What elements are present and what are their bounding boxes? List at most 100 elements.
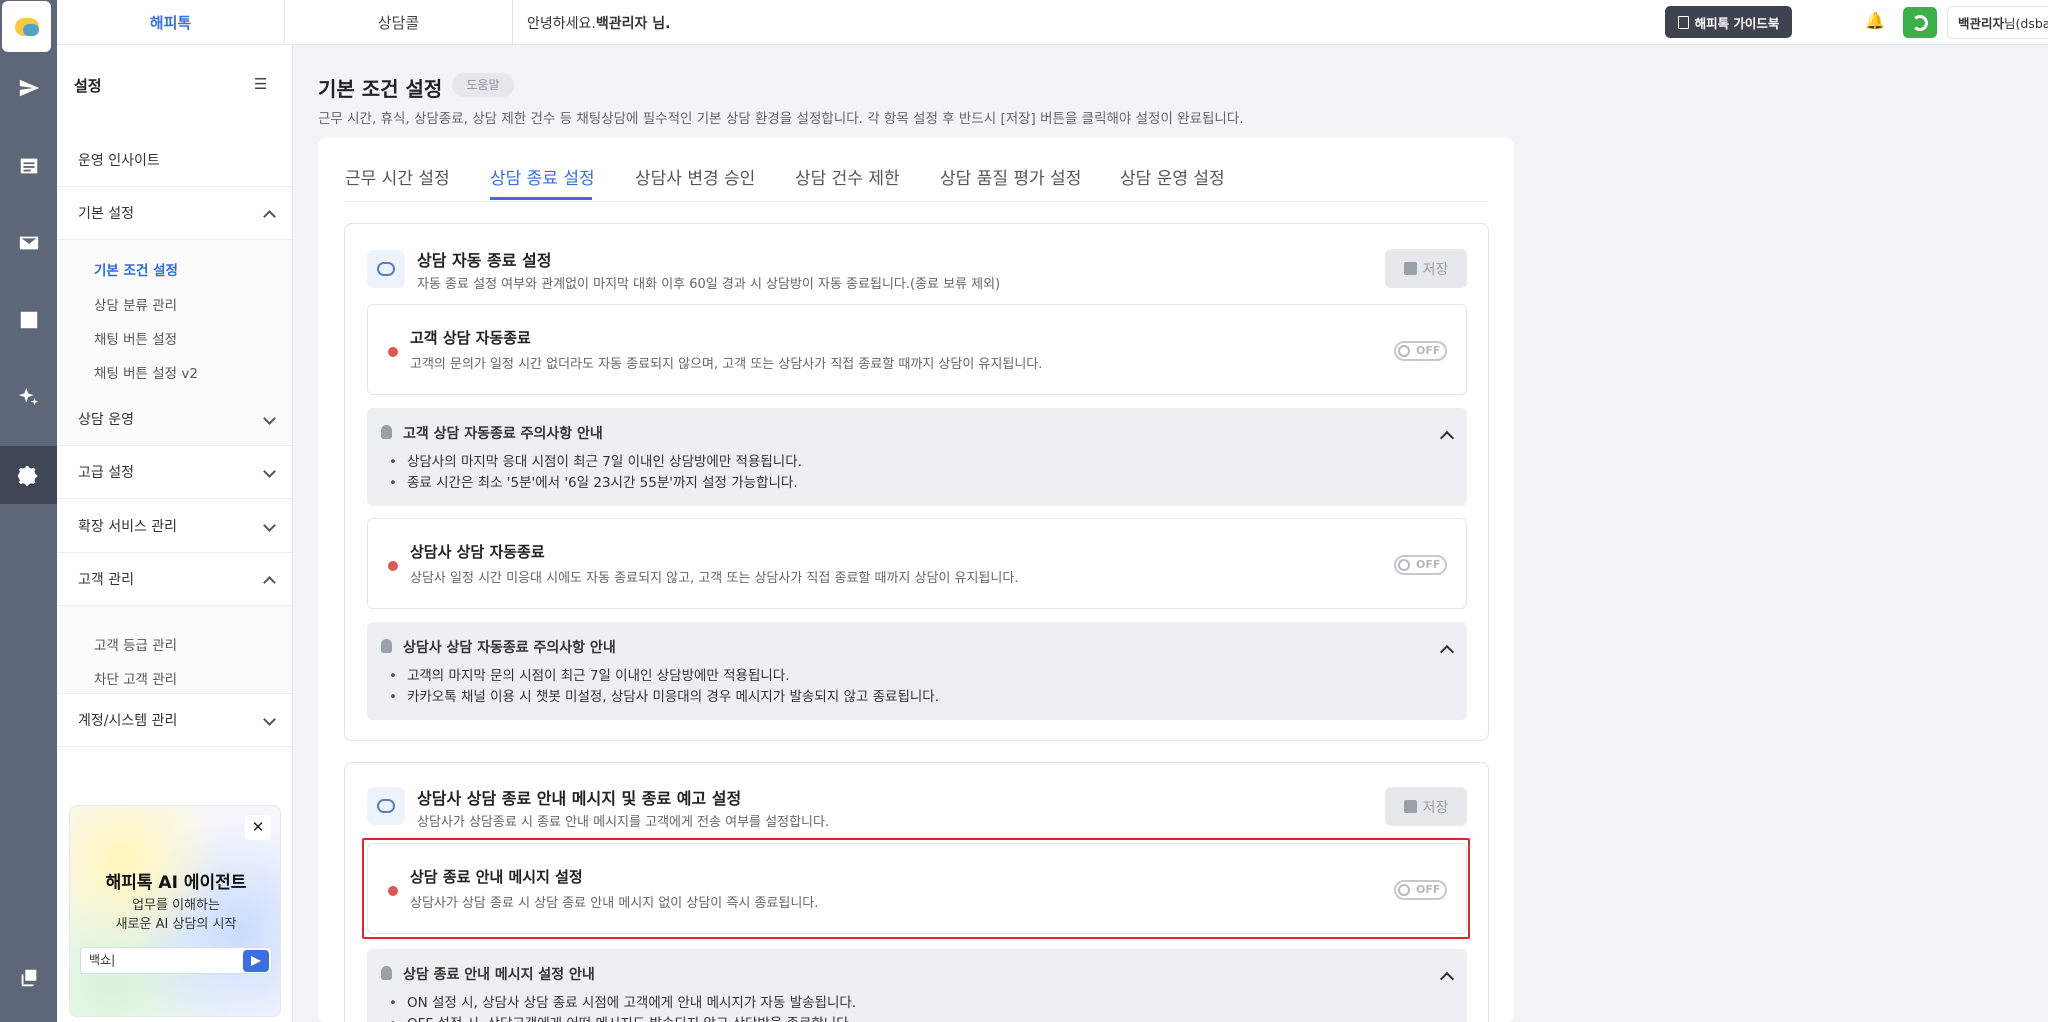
- tab-work-hours[interactable]: 근무 시간 설정: [345, 164, 450, 189]
- auto-end-section: 상담 자동 종료 설정 자동 종료 설정 여부와 관계없이 마지막 대화 이후 …: [344, 223, 1489, 741]
- mail-icon[interactable]: [0, 215, 57, 271]
- ai-card-line2: 새로운 AI 상담의 시작: [115, 917, 237, 932]
- notice-box: 고객 상담 자동종료 주의사항 안내 상담사의 마지막 응대 시점이 최근 7일…: [367, 408, 1467, 506]
- sidebar-item-operation[interactable]: 상담 운영: [57, 393, 292, 446]
- notice-box: 상담 종료 안내 메시지 설정 안내 ON 설정 시, 상담사 상담 종료 시점…: [367, 949, 1467, 1022]
- app-logo[interactable]: [2, 1, 51, 52]
- toggle-switch[interactable]: OFF: [1394, 341, 1447, 361]
- sidebar-item-basic[interactable]: 기본 설정: [57, 187, 292, 240]
- sidebar-item-insight[interactable]: 운영 인사이트: [57, 134, 292, 187]
- customer-auto-end-row: 고객 상담 자동종료 고객의 문의가 일정 시간 없더라도 자동 종료되지 않으…: [367, 304, 1467, 395]
- sidebar-sub-blocked[interactable]: 차단 고객 관리: [94, 668, 177, 688]
- notice-item: 카카오톡 채널 이용 시 챗봇 미설정, 상담사 미응대의 경우 메시지가 발송…: [389, 685, 939, 705]
- notice-box: 상담사 상담 자동종료 주의사항 안내 고객의 마지막 문의 시점이 최근 7일…: [367, 622, 1467, 720]
- sidebar-sub-grade[interactable]: 고객 등급 관리: [94, 634, 177, 654]
- list-icon[interactable]: [0, 138, 57, 194]
- notice-title: 고객 상담 자동종료 주의사항 안내: [403, 426, 603, 442]
- chevron-up-icon[interactable]: [1439, 971, 1455, 987]
- top-header: 해피톡 상담콜 안녕하세요.백관리자 님. 해피톡 가이드북 🔔 백관리자 님(d…: [57, 0, 2048, 45]
- send-icon[interactable]: [0, 60, 57, 116]
- notice-title: 상담 종료 안내 메시지 설정 안내: [403, 967, 595, 983]
- chevron-up-icon: [263, 576, 276, 589]
- chevron-down-icon: [263, 465, 276, 478]
- row-description: 고객의 문의가 일정 시간 없더라도 자동 종료되지 않으며, 고객 또는 상담…: [410, 357, 1043, 372]
- sidebar-sub-category[interactable]: 상담 분류 관리: [94, 294, 177, 314]
- headset-icon: [1912, 14, 1928, 31]
- collapse-menu-icon[interactable]: ☰: [254, 75, 267, 93]
- bell-icon[interactable]: 🔔: [1865, 11, 1885, 33]
- greeting: 안녕하세요.백관리자 님.: [527, 16, 671, 32]
- save-icon: [1403, 800, 1417, 813]
- toggle-knob: [1398, 559, 1410, 571]
- sidebar-sub-chat-button[interactable]: 채팅 버튼 설정: [94, 328, 177, 348]
- section-description: 상담사가 상담종료 시 종료 안내 메시지를 고객에게 전송 여부를 설정합니다…: [417, 815, 830, 830]
- bulb-icon: [381, 966, 392, 980]
- sidebar-item-extension[interactable]: 확장 서비스 관리: [57, 500, 292, 553]
- ai-card-line1: 업무를 이해하는: [132, 898, 220, 913]
- headset-button[interactable]: [1903, 7, 1937, 38]
- page-title: 기본 조건 설정: [318, 77, 443, 101]
- tabs-divider: [345, 201, 1488, 202]
- section-description: 자동 종료 설정 여부와 관계없이 마지막 대화 이후 60일 경과 시 상담방…: [417, 277, 1001, 292]
- chevron-down-icon: [263, 412, 276, 425]
- chevron-up-icon: [263, 210, 276, 223]
- tab-agent-change[interactable]: 상담사 변경 승인: [635, 164, 755, 189]
- sidebar-item-advanced[interactable]: 고급 설정: [57, 446, 292, 499]
- close-icon[interactable]: ✕: [245, 815, 271, 840]
- save-icon: [1403, 262, 1417, 275]
- page-description: 근무 시간, 휴식, 상담종료, 상담 제한 건수 등 채팅상담에 필수적인 기…: [318, 111, 1244, 127]
- highlight-box: [362, 838, 1470, 939]
- book-icon: [1677, 15, 1689, 29]
- bulb-icon: [381, 425, 392, 439]
- save-button[interactable]: 저장: [1385, 787, 1467, 826]
- sidebar-sub-basic-condition[interactable]: 기본 조건 설정: [94, 259, 178, 279]
- status-dot: [388, 347, 398, 357]
- ai-agent-card: ✕ 해피톡 AI 에이전트 업무를 이해하는 새로운 AI 상담의 시작 백쇼|: [69, 805, 281, 1017]
- bulb-icon: [381, 639, 392, 653]
- tab-end-settings[interactable]: 상담 종료 설정: [490, 164, 595, 189]
- icon-rail: [0, 0, 57, 1022]
- tab-call[interactable]: 상담콜: [285, 0, 513, 45]
- tab-operation[interactable]: 상담 운영 설정: [1120, 164, 1225, 189]
- help-button[interactable]: 도움말: [452, 73, 514, 97]
- notice-title: 상담사 상담 자동종료 주의사항 안내: [403, 640, 616, 656]
- row-title: 상담사 상담 자동종료: [410, 543, 545, 561]
- agent-auto-end-row: 상담사 상담 자동종료 상담사 일정 시간 미응대 시에도 자동 종료되지 않고…: [367, 518, 1467, 609]
- send-icon: [251, 956, 261, 966]
- alarm-icon: [367, 787, 405, 825]
- notice-item: 종료 시간은 최소 '5분'에서 '6일 23시간 55분'까지 설정 가능합니…: [389, 471, 798, 491]
- notice-item: 상담사의 마지막 응대 시점이 최근 7일 이내인 상담방에만 적용됩니다.: [389, 450, 802, 470]
- user-menu[interactable]: 백관리자님(dsbaek): [1947, 6, 2048, 39]
- chevron-up-icon[interactable]: [1439, 430, 1455, 446]
- chat-close-icon: [367, 250, 405, 288]
- gear-icon[interactable]: [0, 446, 57, 504]
- chat-bubble-icon: [14, 17, 39, 36]
- section-title: 상담사 상담 종료 안내 메시지 및 종료 예고 설정: [417, 789, 742, 808]
- toggle-knob: [1398, 345, 1410, 357]
- section-title: 상담 자동 종료 설정: [417, 251, 552, 270]
- toggle-switch[interactable]: OFF: [1394, 555, 1447, 575]
- chevron-down-icon: [263, 713, 276, 726]
- settings-sidebar: 설정 ☰ 운영 인사이트 기본 설정 기본 조건 설정 상담 분류 관리 채팅 …: [57, 45, 293, 1022]
- sparkle-icon[interactable]: [0, 369, 57, 425]
- save-button[interactable]: 저장: [1385, 249, 1467, 288]
- status-dot: [388, 561, 398, 571]
- sidebar-item-account[interactable]: 계정/시스템 관리: [57, 694, 292, 747]
- notice-item: 고객의 마지막 문의 시점이 최근 7일 이내인 상담방에만 적용됩니다.: [389, 664, 790, 684]
- ai-card-title: 해피톡 AI 에이전트: [105, 873, 247, 893]
- notice-item: ON 설정 시, 상담사 상담 종료 시점에 고객에게 안내 메시지가 자동 발…: [389, 991, 856, 1011]
- row-description: 상담사 일정 시간 미응대 시에도 자동 종료되지 않고, 고객 또는 상담사가…: [410, 571, 1019, 586]
- chart-icon[interactable]: [0, 292, 57, 348]
- copy-icon[interactable]: [0, 950, 57, 1006]
- tab-happytalk[interactable]: 해피톡: [57, 0, 285, 45]
- tab-count-limit[interactable]: 상담 건수 제한: [795, 164, 900, 189]
- sidebar-sub-chat-button-v2[interactable]: 채팅 버튼 설정 v2: [94, 362, 198, 382]
- row-title: 고객 상담 자동종료: [410, 329, 531, 347]
- sidebar-title: 설정: [74, 77, 102, 95]
- tab-quality[interactable]: 상담 품질 평가 설정: [940, 164, 1081, 189]
- send-button[interactable]: [243, 950, 269, 972]
- chevron-down-icon: [263, 519, 276, 532]
- chevron-up-icon[interactable]: [1439, 644, 1455, 660]
- sidebar-item-customer[interactable]: 고객 관리: [57, 553, 292, 606]
- guidebook-button[interactable]: 해피톡 가이드북: [1665, 6, 1792, 38]
